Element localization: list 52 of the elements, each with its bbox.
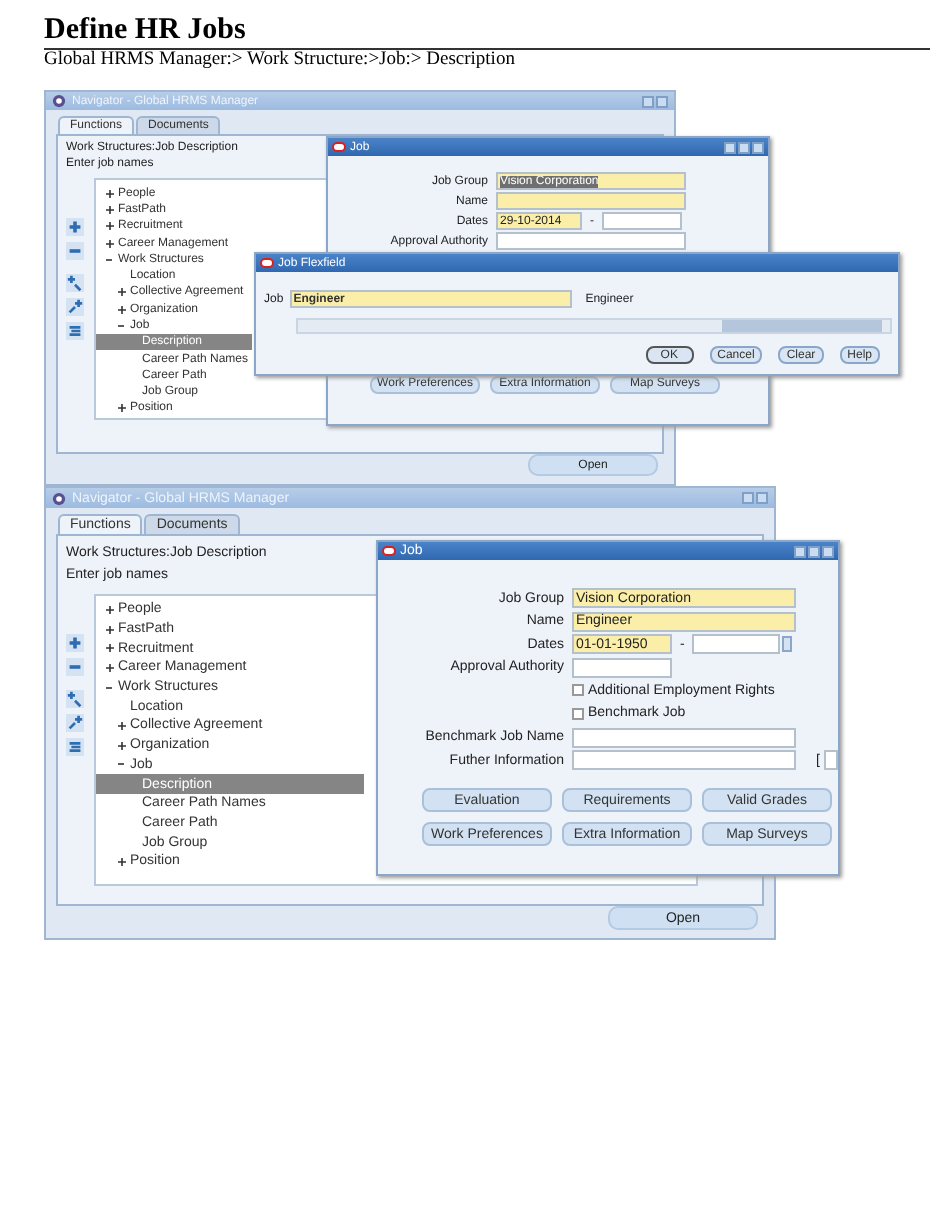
minus-icon[interactable]: [104, 681, 116, 694]
oracle-icon: [382, 546, 396, 556]
plus-icon[interactable]: [104, 661, 116, 674]
plus-icon[interactable]: [116, 286, 128, 299]
plus-icon[interactable]: [66, 218, 84, 237]
minus-icon[interactable]: [104, 253, 116, 266]
input-field[interactable]: [602, 212, 682, 231]
oracle-icon: [260, 258, 274, 268]
minus-icon[interactable]: [66, 658, 84, 676]
oracle-icon: [332, 142, 346, 152]
plus-icon[interactable]: [104, 187, 116, 200]
maximize-button[interactable]: [738, 141, 750, 153]
input-field[interactable]: [496, 232, 686, 251]
plus-arrow-icon[interactable]: [66, 298, 84, 317]
minus-icon[interactable]: [66, 242, 84, 261]
input-field[interactable]: [823, 750, 838, 771]
plus-icon[interactable]: [116, 719, 128, 732]
page-title: Define HR Jobs: [44, 14, 930, 50]
scroll-bar[interactable]: [296, 318, 892, 334]
close-button[interactable]: [822, 545, 834, 557]
plus-icon[interactable]: [116, 303, 128, 316]
minus-icon[interactable]: [116, 319, 128, 332]
plus-arrow-icon[interactable]: [66, 690, 84, 708]
input-field[interactable]: [496, 192, 686, 211]
input-field[interactable]: [572, 750, 796, 771]
plus-icon[interactable]: [104, 220, 116, 233]
maximize-button[interactable]: [808, 545, 820, 557]
menu-path: Global HRMS Manager:> Work Structure:>Job:> Description: [44, 50, 517, 72]
plus-icon[interactable]: [104, 203, 116, 216]
plus-icon[interactable]: [116, 402, 128, 415]
app-icon: [52, 491, 66, 505]
plus-arrow-icon[interactable]: [66, 274, 84, 293]
input-field[interactable]: [572, 727, 796, 748]
minus-icon[interactable]: [116, 758, 128, 771]
plus-icon[interactable]: [104, 642, 116, 655]
lines-icon[interactable]: [66, 738, 84, 756]
dash-button[interactable]: [782, 636, 793, 653]
plus-icon[interactable]: [104, 623, 116, 636]
plus-icon[interactable]: [104, 603, 116, 616]
lines-icon[interactable]: [66, 322, 84, 341]
app-icon: [52, 94, 66, 109]
checkbox[interactable]: [572, 707, 584, 720]
plus-arrow-icon[interactable]: [66, 714, 84, 732]
minimize-button[interactable]: [724, 141, 736, 153]
input-field[interactable]: [572, 657, 672, 678]
input-field[interactable]: [692, 634, 781, 655]
close-button[interactable]: [752, 141, 764, 153]
plus-icon[interactable]: [116, 855, 128, 868]
minimize-button[interactable]: [794, 545, 806, 557]
checkbox[interactable]: [572, 684, 584, 697]
plus-icon[interactable]: [116, 739, 128, 752]
plus-icon[interactable]: [104, 237, 116, 249]
